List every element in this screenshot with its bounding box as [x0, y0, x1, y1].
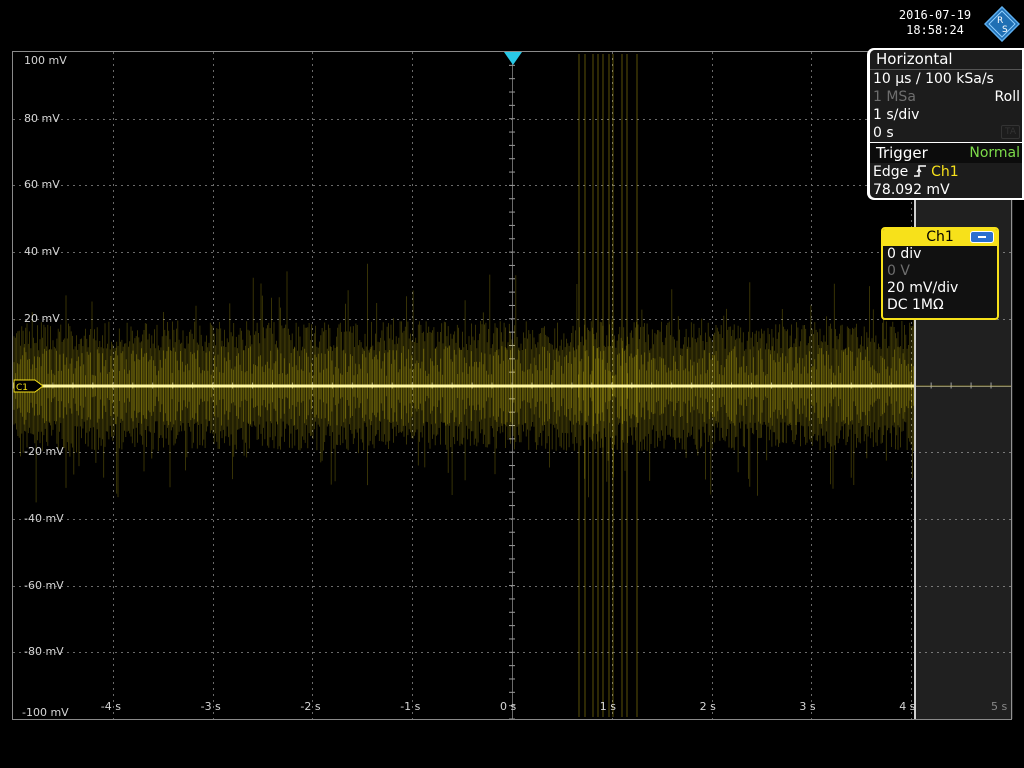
x-axis-label: 1 s	[599, 700, 617, 713]
trigger-position-marker-icon[interactable]	[504, 52, 522, 66]
ch1-title: Ch1	[926, 229, 954, 245]
position-row[interactable]: 0 s TA	[870, 124, 1022, 142]
ch1-header[interactable]: Ch1	[883, 229, 997, 246]
x-axis-label: -1 s	[400, 700, 421, 713]
trigger-level[interactable]: 78.092 mV	[870, 181, 1022, 198]
ta-badge: TA	[1001, 125, 1020, 139]
y-axis-label: 100 mV	[24, 54, 67, 67]
x-axis-label: 2 s	[699, 700, 716, 713]
trigger-source: Ch1	[931, 164, 959, 180]
timebase-row[interactable]: 1 s/div	[870, 106, 1022, 124]
time-text: 18:58:24	[906, 23, 964, 37]
y-axis-label: 60 mV	[24, 178, 60, 192]
horizontal-trigger-panel[interactable]: Horizontal 10 µs / 100 kSa/s 1 MSa Roll …	[867, 48, 1024, 200]
ch1-offset-div[interactable]: 0 div	[883, 246, 997, 263]
horizontal-title[interactable]: Horizontal	[870, 50, 1022, 70]
x-axis-label: 0 s	[500, 700, 517, 713]
acquisition-mode: Roll	[994, 89, 1020, 105]
y-axis-label: -80 mV	[24, 645, 64, 659]
horizontal-record-row[interactable]: 1 MSa Roll	[870, 88, 1022, 106]
trigger-type-row[interactable]: Edge Ch1	[870, 163, 1022, 181]
svg-text:S: S	[1002, 25, 1008, 35]
x-axis-label: 5 s	[991, 700, 1008, 713]
x-axis-label: 4 s	[899, 700, 916, 713]
ch1-info-box[interactable]: Ch1 0 div 0 V 20 mV/div DC 1MΩ	[881, 227, 999, 320]
record-length: 1 MSa	[873, 89, 916, 105]
ch1-scale[interactable]: 20 mV/div	[883, 280, 997, 297]
y-axis-label: -20 mV	[24, 445, 64, 459]
trigger-header[interactable]: Trigger Normal	[870, 142, 1022, 163]
waveform-display[interactable]	[13, 52, 1011, 719]
rohde-schwarz-logo-icon: R S	[984, 6, 1020, 42]
ch1-marker-label: C1	[16, 383, 28, 393]
rising-edge-icon	[913, 165, 926, 177]
ch1-coupling[interactable]: DC 1MΩ	[883, 297, 997, 314]
y-axis-label: 40 mV	[24, 245, 60, 259]
x-axis-label: -4 s	[100, 700, 121, 713]
date-text: 2016-07-19	[898, 8, 972, 22]
ch1-offset-marker-icon[interactable]: C1	[13, 379, 45, 393]
trigger-mode: Normal	[969, 145, 1020, 161]
y-axis-label: -40 mV	[24, 511, 64, 525]
y-axis-label: 80 mV	[24, 111, 60, 125]
minimize-icon[interactable]	[970, 231, 994, 243]
trigger-title: Trigger	[876, 144, 928, 162]
y-axis-label: -100 mV	[22, 706, 69, 719]
y-axis-label: 20 mV	[24, 311, 60, 325]
horizontal-position: 0 s	[873, 125, 894, 141]
trigger-type: Edge	[873, 164, 909, 180]
horizontal-resolution[interactable]: 10 µs / 100 kSa/s	[870, 70, 1022, 88]
y-axis-label: -60 mV	[24, 578, 64, 592]
ch1-offset-volts[interactable]: 0 V	[883, 263, 997, 280]
x-axis-label: -3 s	[200, 700, 221, 713]
x-axis-label: -2 s	[300, 700, 321, 713]
timestamp: 2016-07-19 18:58:24	[888, 8, 982, 38]
x-axis-label: 3 s	[799, 700, 816, 713]
